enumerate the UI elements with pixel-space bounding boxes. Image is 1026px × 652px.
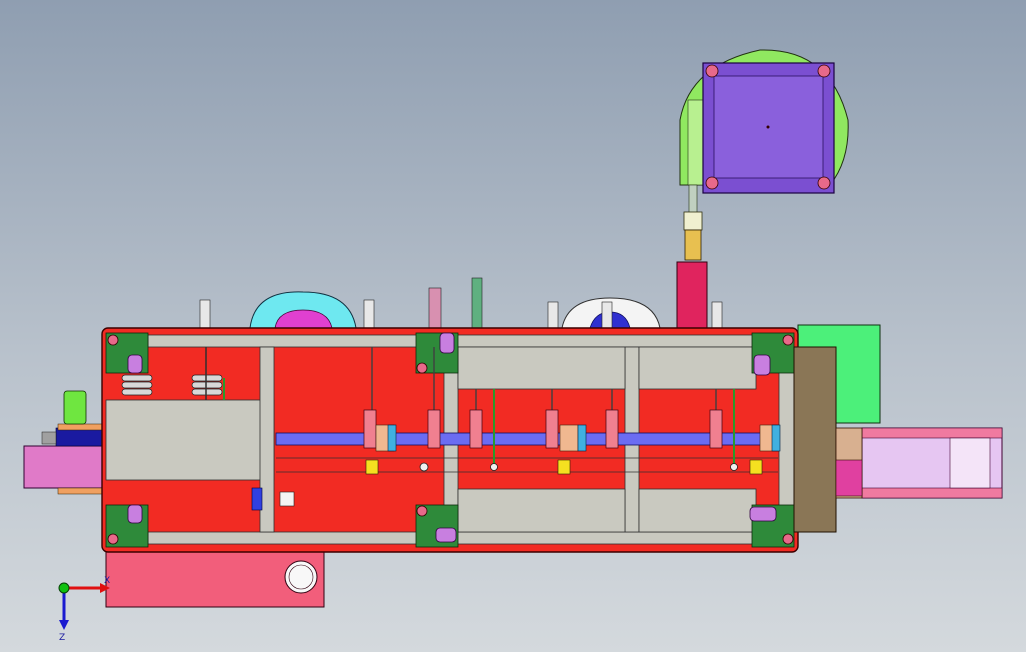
caster-roller-1[interactable] [127,354,143,374]
left-side-drive[interactable] [23,390,109,495]
frame-bolt-1 [107,334,119,346]
left-gear-plate-bottom [57,487,105,495]
machine-assembly-drawing[interactable]: X Z [0,0,1026,652]
caster-roller-5[interactable] [753,354,771,376]
clamp-blue-3 [771,424,781,452]
top-motor-assembly[interactable] [676,49,849,331]
main-frame[interactable] [101,327,799,553]
fitting-2 [490,463,498,471]
base-plate-assembly[interactable] [105,544,325,608]
frame-bolt-6 [782,533,794,545]
motor-shaft-center [766,125,770,129]
cad-viewport[interactable]: X Z [0,0,1026,652]
frame-bolt-4 [416,505,428,517]
motor-bolt-tr [817,64,831,78]
motor-coupling-lower [684,229,702,261]
chute-rail-bottom [861,487,1003,499]
spring-disk-1a [121,374,153,382]
sensor-bracket-7[interactable] [711,301,723,329]
connector-blue [251,487,263,511]
clamp-blue-2 [577,424,587,452]
spring-disk-2c [191,388,223,396]
motor-coupling-shaft [688,184,698,214]
frame-bolt-3 [416,362,428,374]
clamp-blue-1 [387,424,397,452]
plate-right-edge [778,346,795,533]
motor-bolt-br [817,176,831,190]
connector-white [279,491,295,507]
spring-disk-2b [191,381,223,389]
caster-roller-4[interactable] [435,527,457,543]
triad-z-arrow [59,620,69,630]
triad-z-label: Z [59,633,65,643]
chute-rail-top [861,427,1003,439]
linear-rail-upper[interactable] [275,432,779,446]
cylinder-block-1[interactable] [363,409,377,449]
spring-disk-2a [191,374,223,382]
motor-bolt-tl [705,64,719,78]
plate-right-lower [638,488,757,533]
cylinder-block-2[interactable] [427,409,441,449]
drive-column[interactable] [676,261,708,331]
fitting-3 [730,463,738,471]
spring-disk-1c [121,388,153,396]
left-gearbox[interactable] [23,445,109,489]
coordinate-triad: X Z [58,576,110,643]
discharge-chute[interactable] [835,427,1003,499]
spring-disk-1b [121,381,153,389]
motor-bolt-bl [705,176,719,190]
sensor-bracket-4[interactable] [471,277,483,329]
chute-end-cap [949,437,991,489]
chute-entry-pink [835,459,863,497]
plate-mid-upper [457,346,626,390]
left-gear-plate-top [57,423,105,431]
sensor-yellow-1 [365,459,379,475]
sensor-bracket-1[interactable] [199,299,211,329]
cylinder-block-4[interactable] [545,409,559,449]
sensor-yellow-2 [557,459,571,475]
sensor-yellow-3 [749,459,763,475]
left-bracket-small [41,431,57,445]
caster-roller-3[interactable] [439,332,455,354]
triad-x-label: X [104,576,110,586]
triad-y-axis [58,582,70,594]
plate-mid-lower [457,488,626,533]
sensor-bracket-2[interactable] [363,299,375,329]
sensor-bracket-5[interactable] [547,301,559,329]
left-green-motor[interactable] [63,390,87,425]
motor-coupling [683,211,703,231]
feed-wheels[interactable] [249,291,661,329]
fitting-1 [419,462,429,472]
cylinder-block-6[interactable] [709,409,723,449]
sensor-bracket-6[interactable] [601,301,613,329]
base-plate-port [284,560,318,594]
frame-bolt-2 [107,533,119,545]
right-end-wall[interactable] [793,346,837,533]
cylinder-block-3[interactable] [469,409,483,449]
caster-roller-2[interactable] [127,504,143,524]
caster-roller-6[interactable] [749,506,777,522]
frame-bolt-5 [782,334,794,346]
sensor-bracket-3[interactable] [428,287,442,329]
slider-block-2[interactable] [559,424,579,452]
cylinder-block-5[interactable] [605,409,619,449]
plate-left-upper [105,399,275,481]
left-gear-plate [55,427,107,447]
plate-right-upper [638,346,757,390]
